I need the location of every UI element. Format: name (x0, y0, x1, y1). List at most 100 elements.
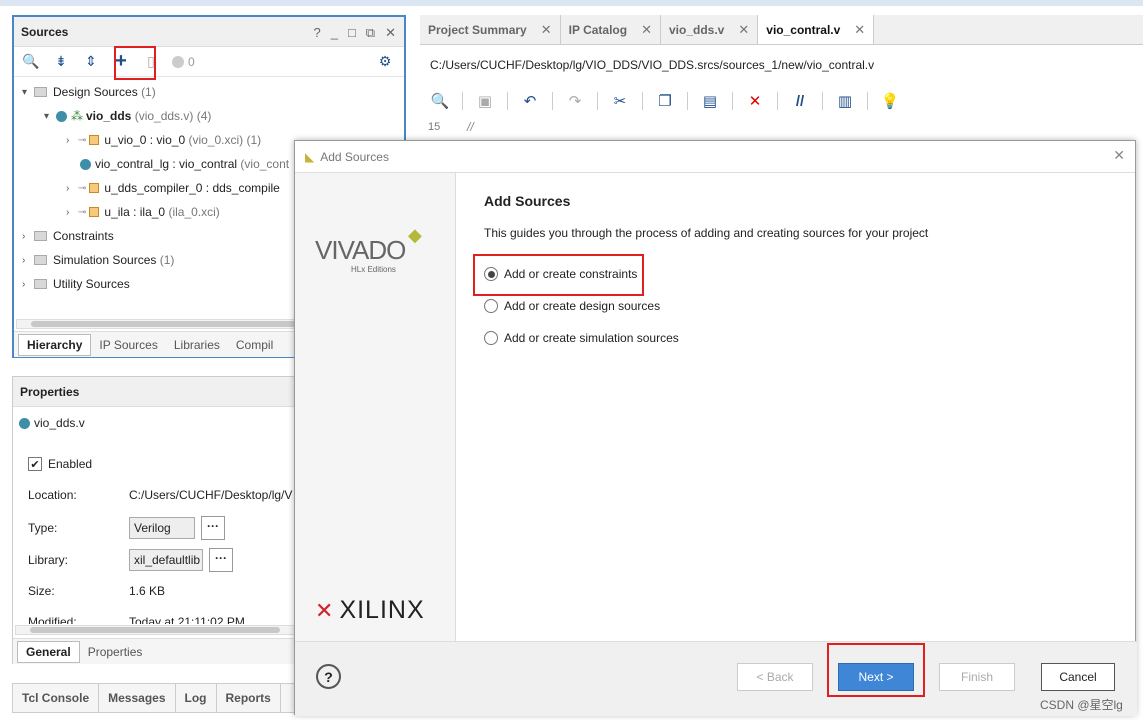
close-icon[interactable]: ✕ (1113, 147, 1125, 164)
line-number: 15 (428, 121, 441, 133)
ip-pin-icon: ⊸ (78, 134, 87, 146)
chevron-right-icon[interactable]: › (22, 231, 34, 242)
tab-compile-order[interactable]: Compil (228, 335, 281, 355)
type-field[interactable]: Verilog (129, 517, 195, 539)
watermark: CSDN @星空lg (1040, 698, 1123, 712)
code-line[interactable]: // (467, 120, 474, 134)
sources-toolbar: 🔍 ⇟ ⇕ + ▯ 0 ⚙ (14, 47, 404, 77)
back-button[interactable]: < Back (737, 663, 813, 691)
copy-icon[interactable]: ❐ (655, 92, 675, 110)
collapse-all-icon[interactable]: ⇟ (52, 53, 70, 71)
dialog-titlebar: ◣ Add Sources ✕ (295, 141, 1135, 173)
ip-block-icon (89, 207, 100, 217)
help-icon[interactable]: ? (313, 25, 320, 41)
add-sources-dialog: ◣ Add Sources ✕ VIVADO ◆ HLx Editions ✕ … (294, 140, 1137, 716)
tab-libraries[interactable]: Libraries (166, 335, 228, 355)
folder-icon (34, 279, 47, 289)
folder-icon (34, 87, 47, 97)
finish-button[interactable]: Finish (939, 663, 1015, 691)
tab-messages[interactable]: Messages (99, 684, 176, 712)
library-field[interactable]: xil_defaultlib (129, 549, 203, 571)
hierarchy-icon: ⁂ (71, 109, 83, 123)
paste-icon[interactable]: ▤ (700, 92, 720, 110)
location-row: Location: C:/Users/CUCHF/Desktop/lg/V (28, 488, 293, 502)
close-icon[interactable]: ✕ (641, 15, 652, 45)
help-button[interactable]: ? (316, 664, 341, 689)
search-icon[interactable]: 🔍 (22, 53, 40, 71)
tree-item-design-sources[interactable]: ▾ Design Sources (1) (22, 81, 156, 103)
tree-item-vio-contral[interactable]: vio_contral_lg : vio_contral (vio_cont (80, 153, 289, 175)
module-dot-icon (19, 417, 30, 429)
chevron-down-icon[interactable]: ▾ (44, 111, 56, 122)
gear-icon[interactable]: ⚙ (376, 53, 394, 71)
module-dot-icon (56, 110, 67, 122)
sources-title: Sources (21, 24, 69, 39)
tab-vio-contral[interactable]: vio_contral.v ✕ (758, 15, 875, 45)
tree-item-dds-compiler[interactable]: › ⊸ u_dds_compiler_0 : dds_compile (66, 177, 280, 199)
ip-pin-icon: ⊸ (78, 182, 87, 194)
tab-ip-catalog[interactable]: IP Catalog ✕ (561, 15, 661, 44)
chevron-right-icon[interactable]: › (22, 255, 34, 266)
tab-general[interactable]: General (17, 640, 80, 663)
type-more-button[interactable]: ··· (201, 516, 225, 540)
chevron-right-icon[interactable]: › (66, 183, 78, 194)
radio-add-design-sources[interactable]: Add or create design sources (484, 299, 660, 313)
tree-item-u-vio-0[interactable]: › ⊸ u_vio_0 : vio_0 (vio_0.xci) (1) (66, 129, 261, 151)
float-icon[interactable]: ⧉ (366, 25, 375, 41)
enabled-checkbox[interactable]: ✔ (28, 457, 42, 471)
minimize-icon[interactable]: _ (331, 25, 338, 41)
comment-icon[interactable]: // (790, 92, 810, 110)
highlight-constraints-option (473, 254, 644, 296)
tree-item-constraints[interactable]: › Constraints (22, 225, 114, 247)
vivado-mark-icon: ◆ (408, 225, 422, 245)
properties-file: vio_dds.v (19, 416, 85, 430)
dialog-sidebar: VIVADO ◆ HLx Editions ✕ XILINX (295, 173, 456, 641)
close-icon[interactable]: ✕ (385, 25, 396, 41)
properties-title: Properties (20, 384, 80, 399)
tab-properties[interactable]: Properties (80, 642, 151, 662)
radio-button[interactable] (484, 299, 498, 313)
tree-item-simulation-sources[interactable]: › Simulation Sources (1) (22, 249, 174, 271)
delete-icon[interactable]: ✕ (745, 92, 765, 110)
cut-icon[interactable]: ✂ (610, 92, 630, 110)
chevron-right-icon[interactable]: › (66, 207, 78, 218)
dialog-description: This guides you through the process of a… (484, 226, 929, 240)
hlx-editions: HLx Editions (351, 265, 396, 274)
tree-item-u-ila[interactable]: › ⊸ u_ila : ila_0 (ila_0.xci) (66, 201, 220, 223)
tab-ip-sources[interactable]: IP Sources (91, 335, 165, 355)
editor-tabs: Project Summary ✕ IP Catalog ✕ vio_dds.v ✕ … (420, 15, 1143, 45)
library-more-button[interactable]: ··· (209, 548, 233, 572)
redo-icon[interactable]: ↷ (565, 92, 585, 110)
tab-hierarchy[interactable]: Hierarchy (18, 333, 92, 356)
radio-button[interactable] (484, 331, 498, 345)
dialog-heading: Add Sources (484, 193, 571, 209)
ip-block-icon (89, 183, 100, 193)
tab-tcl-console[interactable]: Tcl Console (13, 684, 100, 712)
tree-item-vio-dds[interactable]: ▾ ⁂ vio_dds (vio_dds.v) (4) (44, 105, 211, 127)
bulb-icon[interactable]: 💡 (880, 92, 900, 110)
xilinx-mark-icon: ✕ (315, 597, 334, 623)
tab-project-summary[interactable]: Project Summary ✕ (420, 15, 561, 44)
status-dot-icon (172, 55, 184, 68)
tab-vio-dds[interactable]: vio_dds.v ✕ (661, 15, 759, 45)
tab-reports[interactable]: Reports (217, 684, 281, 712)
search-icon[interactable]: 🔍 (430, 92, 450, 110)
save-icon[interactable]: ▣ (475, 92, 495, 110)
columns-icon[interactable]: ▥ (835, 92, 855, 110)
enabled-row[interactable]: ✔ Enabled (28, 457, 92, 471)
maximize-icon[interactable]: □ (348, 25, 356, 41)
close-icon[interactable]: ✕ (854, 15, 865, 45)
type-row: Type: Verilog ··· (28, 516, 225, 540)
radio-add-simulation-sources[interactable]: Add or create simulation sources (484, 331, 679, 345)
undo-icon[interactable]: ↶ (520, 92, 540, 110)
tab-log[interactable]: Log (176, 684, 217, 712)
close-icon[interactable]: ✕ (738, 15, 749, 45)
ip-block-icon (89, 135, 100, 145)
chevron-down-icon[interactable]: ▾ (22, 87, 34, 98)
close-icon[interactable]: ✕ (541, 15, 552, 45)
chevron-right-icon[interactable]: › (66, 135, 78, 146)
tree-item-utility-sources[interactable]: › Utility Sources (22, 273, 130, 295)
cancel-button[interactable]: Cancel (1041, 663, 1115, 691)
chevron-right-icon[interactable]: › (22, 279, 34, 290)
expand-all-icon[interactable]: ⇕ (82, 53, 100, 71)
